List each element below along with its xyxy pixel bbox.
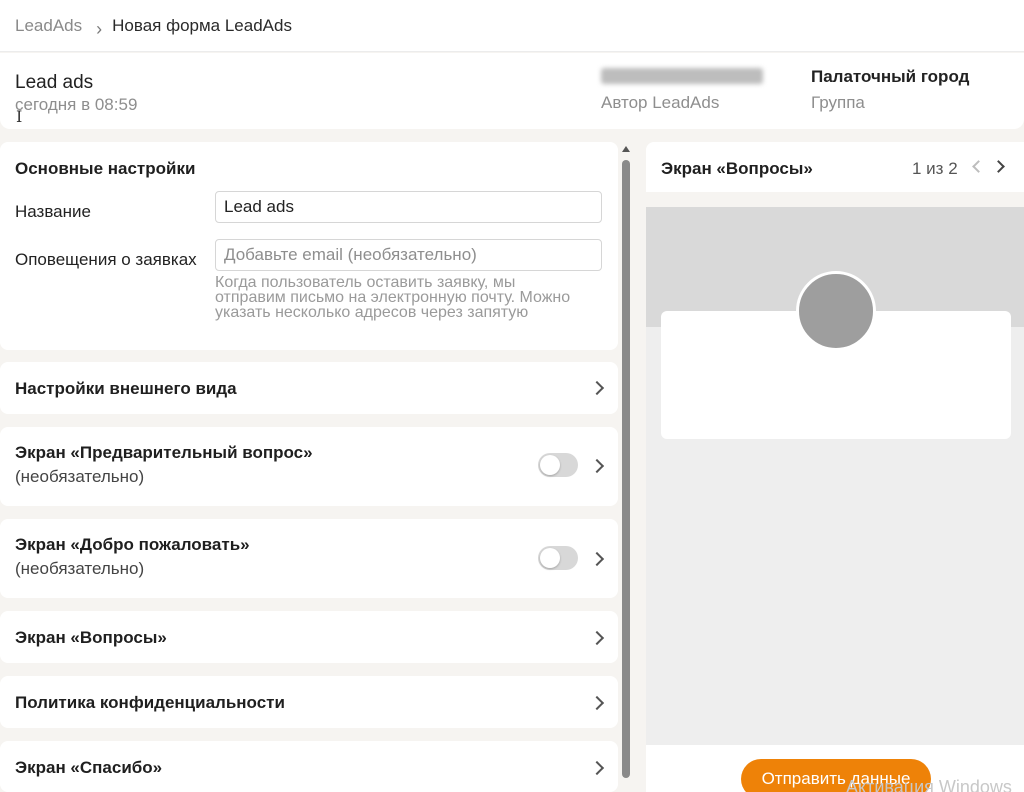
pre-question-subtitle: (необязательно): [15, 467, 145, 486]
preview-avatar: [796, 271, 876, 351]
settings-panel: Основные настройки Название Оповещения о…: [0, 142, 618, 792]
form-timestamp: сегодня в 08:59: [15, 95, 138, 114]
chevron-right-icon: [589, 458, 605, 474]
preview-panel: Экран «Вопросы» 1 из 2 Отправить данные …: [646, 142, 1024, 792]
scrollbar[interactable]: [621, 146, 631, 792]
appearance-title: Настройки внешнего вида: [15, 379, 237, 398]
name-label: Название: [15, 202, 91, 221]
chevron-right-icon: [589, 551, 605, 567]
welcome-subtitle: (необязательно): [15, 559, 145, 578]
author-role: Автор LeadAds: [601, 93, 720, 112]
questions-title: Экран «Вопросы»: [15, 628, 167, 647]
welcome-title: Экран «Добро пожаловать»: [15, 535, 250, 554]
breadcrumb-root-link[interactable]: LeadAds: [15, 16, 82, 36]
breadcrumb-separator-icon: ›: [96, 19, 103, 39]
scrollbar-thumb[interactable]: [622, 160, 630, 778]
toggle-knob: [540, 548, 560, 568]
chevron-right-icon: [589, 695, 605, 711]
pre-question-title: Экран «Предварительный вопрос»: [15, 443, 313, 462]
preview-header: Экран «Вопросы» 1 из 2: [646, 142, 1024, 192]
form-title: Lead ads: [15, 72, 94, 93]
welcome-toggle[interactable]: [538, 546, 578, 570]
text-cursor-icon: I: [16, 107, 23, 126]
chevron-right-icon: [589, 630, 605, 646]
breadcrumb: LeadAds › Новая форма LeadAds: [0, 0, 1024, 52]
basic-settings-title: Основные настройки: [15, 159, 196, 178]
chevron-left-icon[interactable]: [972, 160, 985, 173]
privacy-row[interactable]: Политика конфиденциальности: [0, 676, 618, 728]
group-name[interactable]: Палаточный город: [811, 67, 969, 87]
thanks-title: Экран «Спасибо»: [15, 758, 163, 777]
preview-canvas: [646, 207, 1024, 745]
notify-email-input[interactable]: [215, 239, 602, 271]
privacy-title: Политика конфиденциальности: [15, 693, 285, 712]
pre-question-row[interactable]: Экран «Предварительный вопрос» (необязат…: [0, 427, 618, 506]
form-header: Lead ads сегодня в 08:59 Автор LeadAds П…: [0, 53, 1024, 129]
scroll-up-arrow-icon[interactable]: [622, 146, 630, 152]
notify-hint: Когда пользователь оставить заявку, мы о…: [215, 274, 571, 321]
toggle-knob: [540, 455, 560, 475]
chevron-right-icon[interactable]: [992, 160, 1005, 173]
preview-title: Экран «Вопросы»: [661, 159, 813, 178]
appearance-row[interactable]: Настройки внешнего вида: [0, 362, 618, 414]
breadcrumb-current: Новая форма LeadAds: [112, 15, 292, 35]
preview-page-counter: 1 из 2: [912, 159, 958, 178]
author-name-blurred: [601, 68, 763, 84]
windows-activation-watermark: Активация Windows: [846, 777, 1012, 792]
basic-settings-card: Основные настройки Название Оповещения о…: [0, 142, 618, 350]
questions-row[interactable]: Экран «Вопросы»: [0, 611, 618, 663]
chevron-right-icon: [589, 380, 605, 396]
thanks-row[interactable]: Экран «Спасибо»: [0, 741, 618, 792]
chevron-right-icon: [589, 760, 605, 776]
group-role: Группа: [811, 93, 865, 112]
notify-label: Оповещения о заявках: [15, 250, 197, 269]
welcome-row[interactable]: Экран «Добро пожаловать» (необязательно): [0, 519, 618, 598]
preview-footer: Отправить данные Активация Windows: [646, 745, 1024, 792]
name-input[interactable]: [215, 191, 602, 223]
pre-question-toggle[interactable]: [538, 453, 578, 477]
